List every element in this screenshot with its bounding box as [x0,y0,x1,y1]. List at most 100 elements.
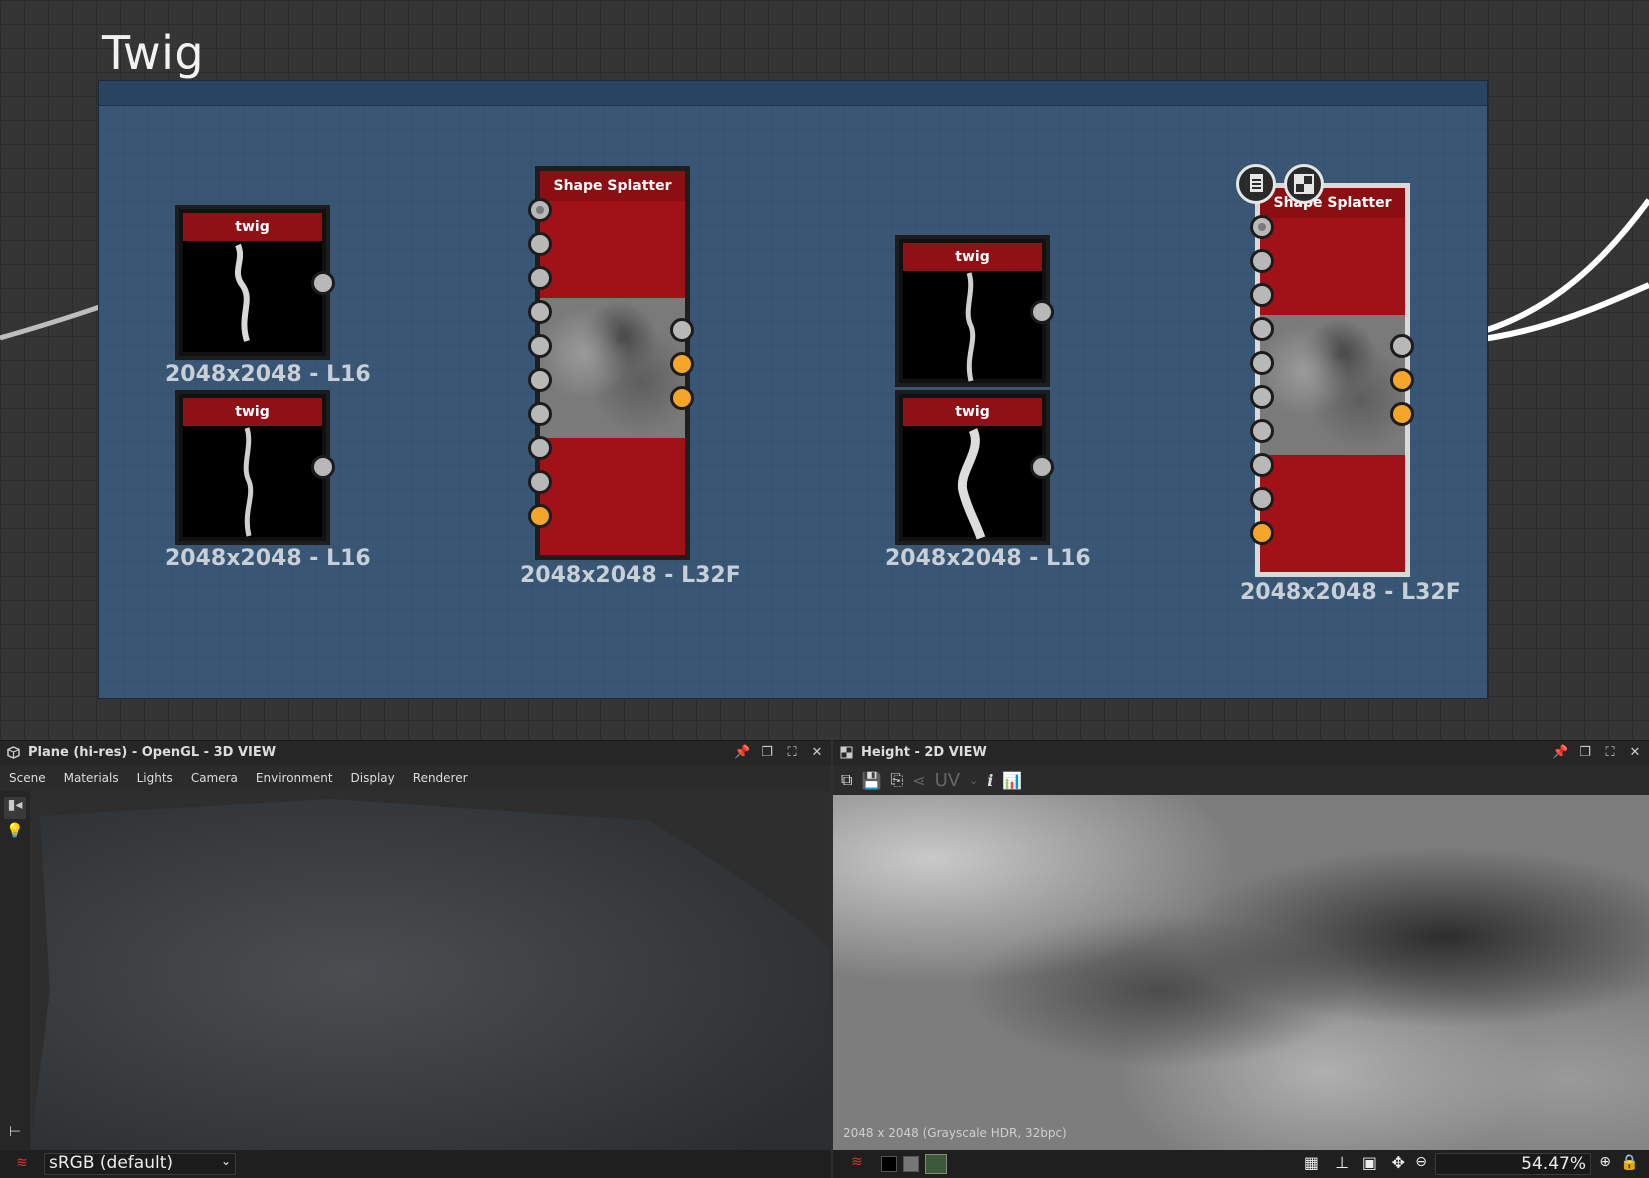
frame-header-bar[interactable] [99,81,1487,106]
node-graph-canvas[interactable]: Twig twig 2048x2048 - L16 twig 2048x2048… [0,0,1649,740]
info-icon[interactable]: i [987,771,993,790]
fit-icon[interactable]: ▣ [1362,1153,1377,1172]
cube-icon [7,746,20,759]
input-port[interactable] [1250,351,1274,375]
input-port[interactable] [1250,249,1274,273]
node-title: Shape Splatter [1260,188,1405,218]
input-port[interactable] [528,300,552,324]
input-port[interactable] [1250,283,1274,307]
document-icon[interactable] [1236,164,1276,204]
pixel-ruler-icon[interactable]: ⊥ [1335,1153,1349,1172]
menu-camera[interactable]: Camera [182,765,247,791]
input-port-orange[interactable] [528,504,552,528]
output-port-orange[interactable] [670,386,694,410]
maximize-icon[interactable]: ⛶ [784,741,800,765]
output-port[interactable] [311,455,335,479]
node-size-label: 2048x2048 - L32F [520,563,741,588]
shape-splatter-node-b[interactable]: Shape Splatter [1255,183,1410,577]
twig-shape-icon [234,243,250,342]
panel-title: Plane (hi-res) - OpenGL - 3D VIEW [28,745,277,760]
zoom-in-icon[interactable]: ⊕ [1599,1154,1611,1170]
zoom-field[interactable]: 54.47% [1435,1153,1591,1175]
zoom-value: 54.47% [1521,1154,1586,1174]
pin-icon[interactable]: 📌 [1552,741,1568,765]
output-port[interactable] [1390,334,1414,358]
chevron-down-icon: ⌄ [220,1154,231,1168]
camera-icon[interactable]: ▮◂ [4,797,26,819]
checker-icon[interactable] [1284,164,1324,204]
input-port[interactable] [528,232,552,256]
input-port[interactable] [1250,385,1274,409]
3d-viewport[interactable] [30,791,831,1150]
colorspace-dropdown[interactable]: sRGB (default) ⌄ [44,1153,236,1175]
chevron-down-icon[interactable]: ⌄ [969,774,978,787]
pan-icon[interactable]: ✥ [1392,1153,1405,1172]
save-icon[interactable]: 💾 [861,771,881,790]
output-port[interactable] [670,318,694,342]
2d-viewport[interactable] [833,795,1649,1150]
menu-renderer[interactable]: Renderer [404,765,477,791]
colorspace-value: sRGB (default) [49,1153,173,1173]
twig-shape-icon [965,272,976,382]
input-port[interactable] [1250,453,1274,477]
input-port[interactable] [528,266,552,290]
restore-icon[interactable]: ❐ [1577,741,1593,765]
image-background-icon[interactable] [925,1154,947,1174]
restore-icon[interactable]: ❐ [759,741,775,765]
maximize-icon[interactable]: ⛶ [1602,741,1618,765]
output-port-orange[interactable] [670,352,694,376]
menu-materials[interactable]: Materials [55,765,128,791]
output-port-orange[interactable] [1390,368,1414,392]
hierarchy-icon[interactable]: ⊢ [4,1124,26,1146]
input-port[interactable] [528,198,552,222]
node-title: twig [183,398,322,426]
input-port[interactable] [528,470,552,494]
shape-splatter-node-a[interactable]: Shape Splatter [535,166,690,560]
image-info-text: 2048 x 2048 (Grayscale HDR, 32bpc) [843,1126,1067,1140]
export-icon[interactable]: ⧉ [841,770,852,790]
node-thumbnail [540,298,685,438]
input-port[interactable] [528,402,552,426]
histogram-icon[interactable]: 📊 [1002,771,1022,790]
menu-lights[interactable]: Lights [128,765,182,791]
node-size-label: 2048x2048 - L16 [165,546,371,571]
twig-node-a[interactable]: twig [175,205,330,360]
twig-node-c[interactable]: twig [895,235,1050,387]
grid-icon[interactable]: ▦ [1304,1153,1319,1172]
input-port[interactable] [528,436,552,460]
menu-display[interactable]: Display [342,765,404,791]
twig-node-b[interactable]: twig [175,390,330,545]
frame-title: Twig [102,26,205,80]
twig-shape-icon [243,427,254,537]
3d-view-statusbar: ≋ sRGB (default) ⌄ [0,1150,831,1178]
node-thumbnail [183,241,322,352]
copy-icon[interactable]: ⎘ [890,770,903,790]
input-port[interactable] [528,334,552,358]
input-port[interactable] [1250,487,1274,511]
layers-icon[interactable]: ≋ [16,1155,28,1171]
menu-environment[interactable]: Environment [247,765,342,791]
output-port[interactable] [311,271,335,295]
pin-icon[interactable]: 📌 [734,741,750,765]
twig-node-d[interactable]: twig [895,390,1050,545]
close-icon[interactable]: ✕ [1627,741,1643,765]
input-port[interactable] [1250,215,1274,239]
uv-toggle[interactable]: UV [935,770,961,791]
3d-view-sidebar: ▮◂ 💡 ⊢ [0,791,30,1150]
input-port[interactable] [1250,419,1274,443]
close-icon[interactable]: ✕ [809,741,825,765]
menu-scene[interactable]: Scene [0,765,55,791]
gray-background-swatch[interactable] [903,1156,919,1172]
output-port[interactable] [1030,455,1054,479]
input-port[interactable] [1250,317,1274,341]
light-bulb-icon[interactable]: 💡 [4,823,26,845]
black-background-swatch[interactable] [881,1156,897,1172]
textured-plane-render [30,799,831,1150]
output-port[interactable] [1030,300,1054,324]
input-port-orange[interactable] [1250,521,1274,545]
output-port-orange[interactable] [1390,402,1414,426]
zoom-out-icon[interactable]: ⊖ [1415,1154,1427,1170]
layers-icon[interactable]: ≋ [851,1154,863,1170]
input-port[interactable] [528,368,552,392]
lock-icon[interactable]: 🔒 [1620,1153,1639,1171]
